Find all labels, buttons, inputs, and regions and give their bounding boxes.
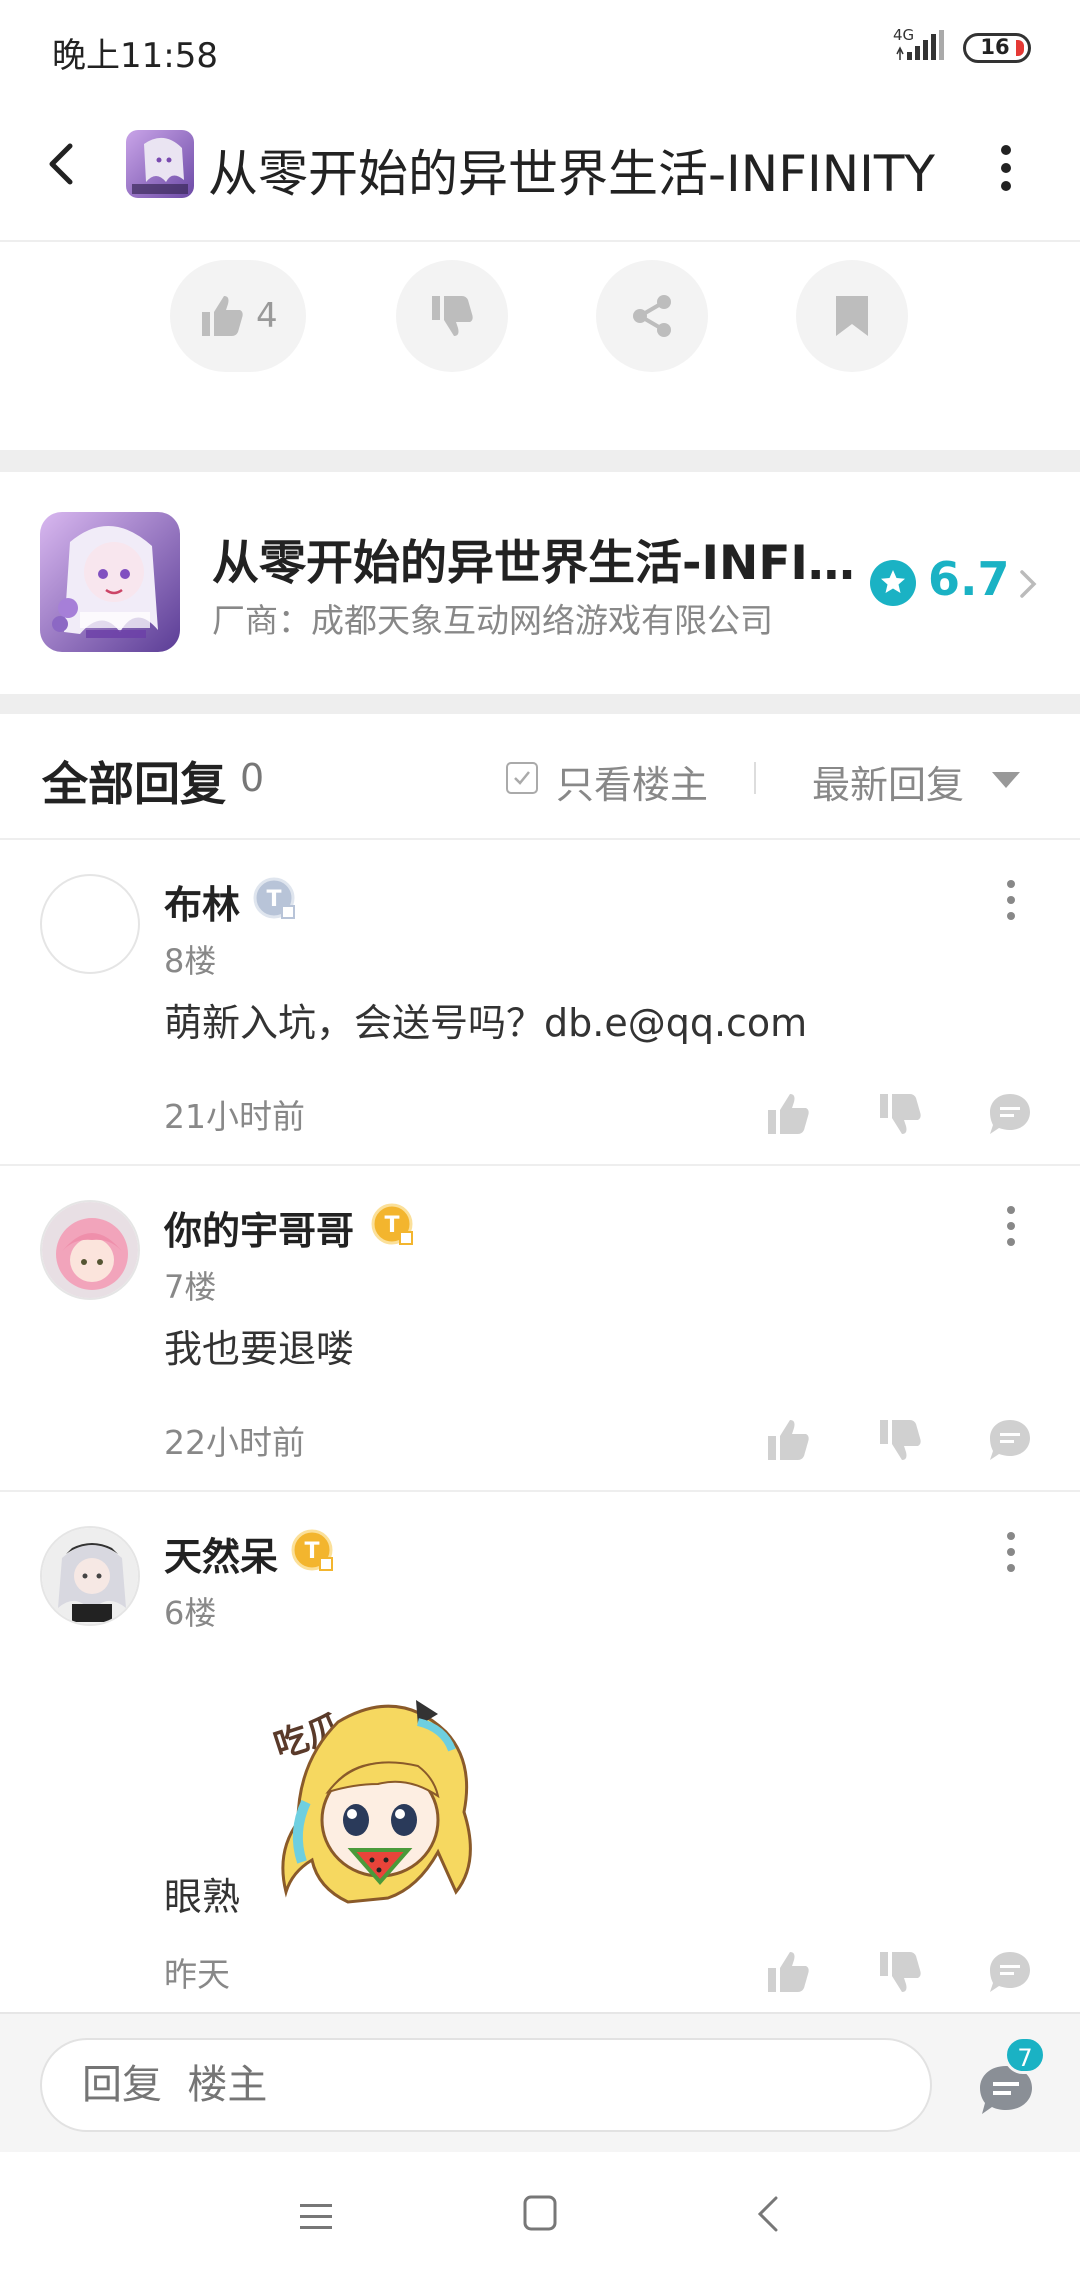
like-button[interactable]: 4: [170, 260, 306, 372]
back-arrow-icon[interactable]: [34, 136, 90, 192]
svg-text:T: T: [266, 887, 281, 912]
sort-dropdown[interactable]: 最新回复: [812, 754, 1042, 807]
more-vertical-icon[interactable]: [982, 140, 1030, 196]
thread-page: 晚上11:58 4G 16 从零开始的异世界生活-INFINITY 4 从零开始…: [0, 0, 1080, 2280]
checkbox-icon[interactable]: [506, 762, 538, 794]
avatar-image-icon: [42, 1528, 138, 1624]
separator: [754, 762, 756, 794]
only-op-label: 只看楼主: [556, 763, 709, 807]
caret-down-icon: [992, 772, 1020, 788]
svg-text:T: T: [384, 1213, 399, 1238]
comment-time: 22小时前: [164, 1423, 305, 1462]
thumb-down-icon: [432, 296, 473, 336]
thumb-up-icon[interactable]: [764, 1416, 812, 1464]
more-vertical-icon[interactable]: [996, 1528, 1026, 1578]
comment-floor: 8楼: [164, 942, 217, 980]
more-vertical-icon[interactable]: [996, 876, 1026, 926]
reply-count-badge: 7: [1004, 2036, 1046, 2074]
more-vertical-icon[interactable]: [996, 1202, 1026, 1252]
sort-label: 最新回复: [812, 763, 965, 807]
signal-icon: [896, 30, 944, 60]
reply-input[interactable]: [40, 2038, 932, 2132]
thumb-down-icon[interactable]: [876, 1090, 924, 1138]
replies-count: 0: [240, 756, 265, 800]
home-square-icon[interactable]: [522, 2194, 558, 2232]
watermelon-sticker-image: 吃瓜···: [269, 1696, 472, 1904]
status-time: 晚上11:58: [52, 36, 218, 76]
game-vendor: 厂商：成都天象互动网络游戏有限公司: [212, 601, 773, 640]
bookmark-icon: [836, 296, 868, 336]
game-art-icon: [126, 130, 194, 198]
comment-text: 我也要退喽: [164, 1327, 355, 1371]
reply-bubble-icon[interactable]: [986, 1090, 1034, 1138]
comment-author[interactable]: 你的宇哥哥: [164, 1200, 354, 1255]
user-level-badge-icon: T: [291, 1529, 333, 1571]
checkmark-icon: [514, 771, 530, 785]
game-icon-small[interactable]: [126, 130, 194, 198]
nav-back-icon[interactable]: [756, 2194, 780, 2234]
avatar-image-icon: [42, 1202, 138, 1298]
bookmark-button[interactable]: [796, 260, 908, 372]
avatar[interactable]: [40, 1200, 140, 1300]
comment-author[interactable]: 布林: [164, 874, 240, 929]
comment-item: 天然呆 T 6楼 眼熟 吃瓜··· 昨天: [0, 1492, 1080, 2012]
comment-time: 21小时前: [164, 1097, 305, 1136]
battery-fill: [1016, 40, 1024, 56]
replies-header: 全部回复 0 只看楼主 最新回复: [0, 714, 1080, 840]
post-actions: 4: [0, 244, 1080, 450]
reply-bubble-icon[interactable]: [986, 1416, 1034, 1464]
reply-bubble-icon[interactable]: [986, 1948, 1034, 1996]
user-level-badge-icon: T: [371, 1203, 413, 1245]
star-shape: [881, 570, 905, 593]
avatar[interactable]: [40, 1526, 140, 1626]
page-title: 从零开始的异世界生活-INFINITY: [208, 145, 935, 203]
section-divider: [0, 450, 1080, 472]
reply-bar: 7: [0, 2012, 1080, 2152]
menu-icon[interactable]: [296, 2196, 336, 2236]
avatar[interactable]: [40, 874, 140, 974]
comment-item: 布林 T 8楼 萌新入坑，会送号吗？db.e@qq.com 21小时前: [0, 840, 1080, 1166]
thumb-up-icon[interactable]: [764, 1948, 812, 1996]
game-card[interactable]: 从零开始的异世界生活-INFINITY 厂商：成都天象互动网络游戏有限公司 6.…: [0, 472, 1080, 694]
battery-icon: 16: [963, 33, 1031, 63]
comment-item: 你的宇哥哥 T 7楼 我也要退喽 22小时前: [0, 1166, 1080, 1492]
game-title: 从零开始的异世界生活-INFINITY: [212, 536, 862, 591]
status-bar: 晚上11:58 4G 16: [0, 0, 1080, 96]
replies-title: 全部回复: [42, 757, 226, 811]
comment-text: 眼熟: [164, 1875, 241, 1919]
thumb-up-icon[interactable]: [764, 1090, 812, 1138]
user-level-badge-icon: T: [253, 877, 295, 919]
chevron-right-icon: [1020, 570, 1037, 598]
dislike-button[interactable]: [396, 260, 508, 372]
thumb-up-icon: [202, 296, 243, 336]
comment-author[interactable]: 天然呆: [164, 1526, 278, 1581]
comment-text: 萌新入坑，会送号吗？db.e@qq.com: [164, 1001, 808, 1045]
share-icon: [633, 295, 671, 337]
game-rating: 6.7: [928, 552, 1010, 606]
thread-header: 从零开始的异世界生活-INFINITY: [0, 96, 1080, 242]
system-navigation-bar: [0, 2152, 1080, 2280]
share-button[interactable]: [596, 260, 708, 372]
thumb-down-icon[interactable]: [876, 1416, 924, 1464]
game-art-icon: [40, 512, 180, 652]
comment-floor: 7楼: [164, 1268, 217, 1306]
thumb-down-icon[interactable]: [876, 1948, 924, 1996]
game-icon[interactable]: [40, 512, 180, 652]
comment-floor: 6楼: [164, 1594, 217, 1632]
like-count: 4: [256, 296, 278, 336]
comment-time: 昨天: [164, 1955, 230, 1994]
star-icon: [870, 560, 916, 606]
section-divider: [0, 694, 1080, 714]
svg-text:T: T: [304, 1539, 319, 1564]
